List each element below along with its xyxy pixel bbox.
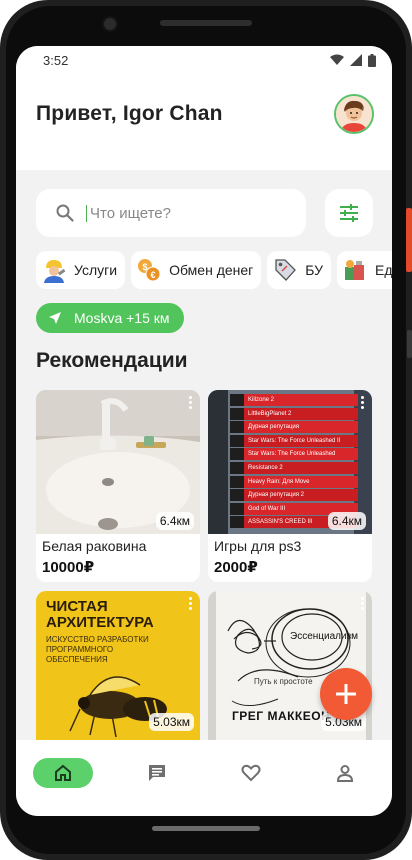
search-icon [56,204,74,222]
category-chip-money-exchange[interactable]: $ € Обмен денег [131,251,262,289]
category-label: Ед [375,262,392,278]
distance-badge: 6.4км [155,512,194,530]
nav-favorites-button[interactable] [236,758,266,788]
avatar[interactable] [334,94,374,134]
power-button [406,208,412,272]
more-options-icon[interactable] [186,396,194,409]
filter-button[interactable] [325,189,373,237]
search-input[interactable] [86,204,286,222]
listing-title: Белая раковина [42,538,147,554]
ps3-game-title: Star Wars: The Force Unleashed II [248,437,341,444]
filter-sliders-icon [340,204,358,222]
nav-profile-button[interactable] [330,758,360,788]
svg-text:€: € [151,270,156,280]
more-options-icon[interactable] [358,597,366,610]
battery-icon [368,53,376,67]
food-icon [341,256,369,284]
status-time: 3:52 [43,52,69,68]
status-bar: 3:52 [16,46,392,74]
distance-badge: 6.4км [327,512,366,530]
chin-bar [152,826,260,831]
avatar-icon [336,96,372,132]
category-label: Обмен денег [169,262,254,278]
category-chips: Услуги $ € Обмен денег БУ Ед [36,251,392,289]
book-cover-subtitle: Путь к простоте [254,677,313,686]
person-icon [336,765,354,782]
worker-icon [40,256,68,284]
location-label: Moskva +15 км [74,310,170,326]
ps3-game-spine: Дурная репутация 2 [230,489,358,502]
home-icon [55,764,71,781]
nav-home-button[interactable] [33,758,93,788]
plus-icon [336,684,356,704]
search-bar[interactable] [36,189,306,237]
price-tag-icon [271,256,299,284]
book-cover-title: Эссенциализм [290,631,359,642]
book-cover-title: ЧИСТАЯ АРХИТЕКТУРА [46,598,154,631]
chat-icon [149,765,165,781]
ps3-spines: Killzone 2 LittleBigPlanet 2 Дурная репута… [230,394,358,530]
ps3-game-spine: Killzone 2 [230,394,358,406]
more-options-icon[interactable] [186,597,194,610]
ps3-game-title: Дурная репутация 2 [248,492,305,499]
category-chip-used[interactable]: БУ [267,251,332,289]
ps3-game-spine: Star Wars: The Force Unleashed [230,448,358,461]
add-listing-button[interactable] [320,668,372,720]
ps3-game-title: Resistance 2 [248,464,283,471]
category-chip-food[interactable]: Ед [337,251,392,289]
front-camera [102,16,118,32]
category-chip-services[interactable]: Услуги [36,251,126,289]
bottom-navigation [16,740,392,816]
bee-illustration-icon [69,676,167,738]
category-label: БУ [305,262,324,278]
listing-card[interactable]: Killzone 2 LittleBigPlanet 2 Дурная репута… [208,390,372,582]
book-cover-subtitle: ИСКУССТВО РАЗРАБОТКИ ПРОГРАММНОГО ОБЕСПЕ… [46,635,149,664]
app-screen: 3:52 Привет, Igor Chan Что ищете? Услуги… [16,46,392,816]
distance-badge: 5.03км [149,713,194,731]
more-options-icon[interactable] [358,396,366,409]
navigation-arrow-icon [49,312,61,324]
ps3-game-title: Killzone 2 [248,397,275,403]
phone-frame: 3:52 Привет, Igor Chan Что ищете? Услуги… [0,0,412,860]
money-exchange-icon: $ € [135,256,163,284]
ps3-game-title: God of War III [248,505,286,512]
ps3-game-title: Дурная репутация [248,424,300,431]
category-label: Услуги [74,262,118,278]
ps3-game-spine: Heavy Rain: Для Move [230,475,358,488]
signal-icon [350,54,362,66]
ps3-game-spine: LittleBigPlanet 2 [230,407,358,420]
heart-icon [241,764,261,782]
ps3-game-title: Heavy Rain: Для Move [248,478,310,485]
greeting-title: Привет, Igor Chan [36,102,223,125]
location-chip[interactable]: Moskva +15 км [36,303,184,333]
ps3-game-spine: Resistance 2 [230,461,358,474]
section-title: Рекомендации [36,349,188,372]
listing-price: 2000₽ [214,559,258,576]
ps3-game-title: LittleBigPlanet 2 [248,410,292,417]
ps3-game-spine: Дурная репутация [230,421,358,434]
listing-card[interactable]: 6.4км Белая раковина 10000₽ [36,390,200,582]
listing-price: 10000₽ [42,559,95,576]
listing-title: Игры для ps3 [214,538,302,554]
volume-button [407,330,412,358]
ps3-game-title: ASSASSIN'S CREED III [248,519,313,526]
svg-text:$: $ [143,262,148,272]
wifi-icon [330,54,344,65]
ps3-game-title: Star Wars: The Force Unleashed [248,451,336,458]
speaker-grille [160,20,252,26]
nav-messages-button[interactable] [142,758,172,788]
ps3-game-spine: Star Wars: The Force Unleashed II [230,434,358,447]
book-author: ГРЕГ МАККЕОН [232,709,331,723]
